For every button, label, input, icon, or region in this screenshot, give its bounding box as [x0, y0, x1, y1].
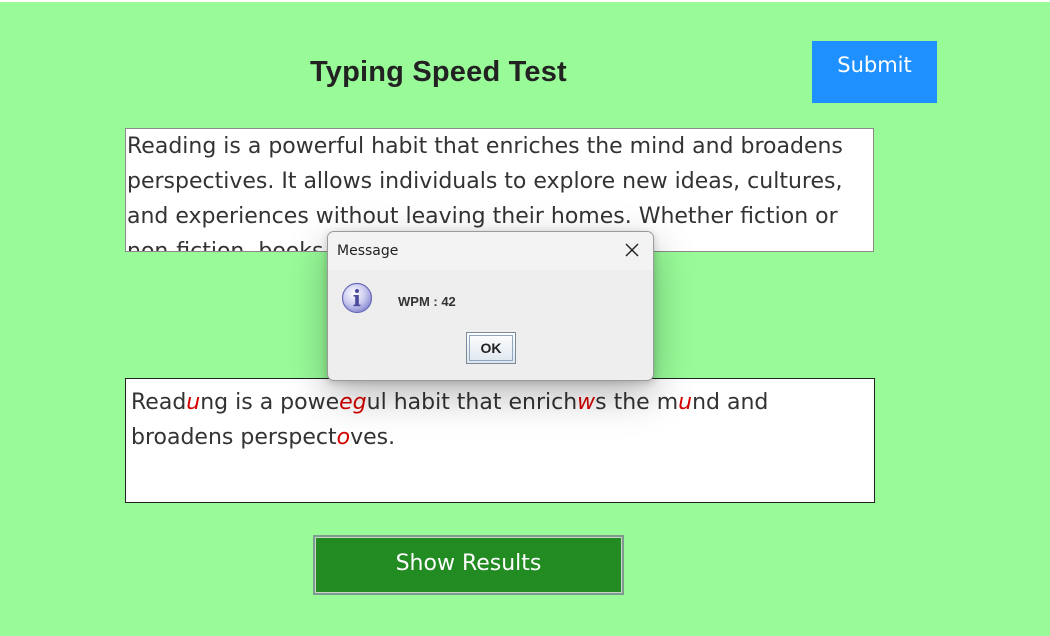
page-title: Typing Speed Test — [310, 56, 567, 88]
typed-segment: ul habit that enrich — [366, 390, 578, 415]
app-window: Typing Speed Test Submit Reading is a po… — [0, 0, 1050, 636]
typed-segment: ng is a powe — [200, 390, 340, 415]
typed-error-segment: o — [336, 425, 351, 450]
typed-error-segment: w — [577, 390, 596, 415]
typed-segment: Read — [131, 390, 187, 415]
typed-error-segment: u — [678, 390, 693, 415]
typing-input-area[interactable]: Readung is a poweegul habit that enrichw… — [125, 378, 875, 503]
show-results-button[interactable]: Show Results — [313, 535, 624, 595]
typed-error-segment: eg — [339, 390, 367, 415]
typed-segment: s the m — [595, 390, 679, 415]
submit-button[interactable]: Submit — [812, 41, 937, 103]
dialog-message: WPM : 42 — [398, 294, 456, 309]
close-icon[interactable] — [623, 241, 641, 259]
dialog-title: Message — [337, 243, 399, 259]
typed-segment: ves. — [350, 425, 396, 450]
info-icon — [341, 282, 373, 314]
typed-error-segment: u — [186, 390, 201, 415]
ok-button[interactable]: OK — [466, 332, 516, 364]
dialog-titlebar[interactable]: Message — [328, 232, 653, 270]
ok-button-label: OK — [469, 335, 513, 361]
message-dialog: Message WPM: 42 OK — [327, 231, 654, 381]
